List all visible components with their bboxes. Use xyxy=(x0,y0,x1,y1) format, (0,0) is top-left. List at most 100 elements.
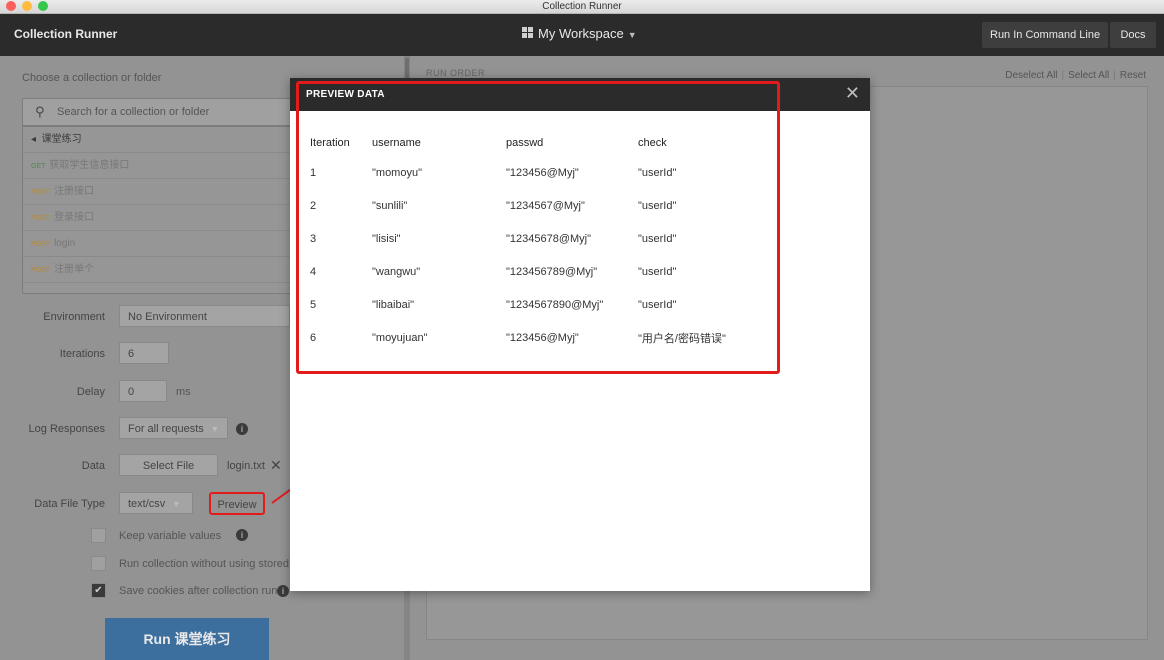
request-item[interactable]: POST 注册接口 xyxy=(23,179,291,205)
info-icon[interactable]: i xyxy=(277,585,289,597)
preview-button[interactable]: Preview xyxy=(209,492,265,515)
table-cell: "momoyu" xyxy=(372,166,422,179)
search-placeholder: Search for a collection or folder xyxy=(57,106,210,118)
table-cell: "lisisi" xyxy=(372,232,401,245)
data-file-type-select[interactable]: text/csv ▼ xyxy=(119,492,193,514)
log-responses-label: Log Responses xyxy=(28,423,105,435)
run-order-actions: Deselect All | Select All | Reset xyxy=(1001,70,1146,81)
iterations-input[interactable]: 6 xyxy=(119,342,169,364)
column-header: check xyxy=(638,137,667,149)
method-badge: POST xyxy=(31,215,51,222)
window-titlebar: Collection Runner xyxy=(0,0,1164,14)
run-without-cookies-label: Run collection without using stored c xyxy=(119,558,298,570)
grid-icon xyxy=(522,27,534,39)
column-header: passwd xyxy=(506,137,544,149)
save-cookies-checkbox[interactable]: ✔ xyxy=(91,583,106,598)
preview-data-modal: PREVIEW DATA ✕ Iteration username passwd… xyxy=(290,78,870,591)
delay-input[interactable]: 0 xyxy=(119,380,167,402)
data-file-type-value: text/csv xyxy=(128,498,166,510)
table-cell: "12345678@Myj" xyxy=(506,232,592,245)
log-responses-select[interactable]: For all requests ▼ xyxy=(119,417,228,439)
request-item[interactable]: POST 登录接口 xyxy=(23,205,291,231)
keep-values-label: Keep variable values xyxy=(119,530,222,542)
request-item[interactable]: POST login xyxy=(23,231,291,257)
table-cell: "libaibai" xyxy=(372,298,415,311)
preview-table: Iteration username passwd check 1 "momoy… xyxy=(310,130,768,354)
method-badge: POST xyxy=(31,267,51,274)
info-icon[interactable]: i xyxy=(236,529,248,541)
table-cell: "1234567@Myj" xyxy=(506,199,585,212)
chevron-left-icon: ◂ xyxy=(31,134,37,145)
close-icon[interactable]: ✕ xyxy=(845,84,860,102)
table-cell: "userId" xyxy=(638,166,677,179)
search-icon: ⚲ xyxy=(35,104,45,119)
request-name: 注册单个 xyxy=(54,264,95,275)
chevron-down-icon: ▼ xyxy=(627,30,637,40)
chevron-down-icon: ▼ xyxy=(169,499,181,509)
collection-search-input[interactable]: ⚲ Search for a collection or folder xyxy=(22,98,292,126)
docs-button[interactable]: Docs xyxy=(1110,22,1156,48)
workspace-label: My Workspace xyxy=(538,26,624,41)
table-row: 1 "momoyu" "123456@Myj" "userId" xyxy=(310,156,768,189)
app-title: Collection Runner xyxy=(14,27,118,41)
save-cookies-label: Save cookies after collection run xyxy=(119,585,278,597)
column-header: username xyxy=(372,137,421,149)
environment-select[interactable]: No Environment xyxy=(119,305,290,327)
collection-tree: ◂ 课堂练习 GET 获取学生信息接口 POST 注册接口 POST 登录接口 POS… xyxy=(22,126,292,294)
request-item[interactable]: POST 注册单个 xyxy=(23,257,291,283)
table-cell: "userId" xyxy=(638,199,677,212)
app-header: Collection Runner My Workspace ▼ Run In C… xyxy=(0,14,1164,56)
table-cell: 2 xyxy=(310,199,317,212)
delay-label: Delay xyxy=(76,386,105,398)
table-cell: "userId" xyxy=(638,298,677,311)
reset-link[interactable]: Reset xyxy=(1120,70,1146,81)
run-without-cookies-checkbox[interactable] xyxy=(91,556,106,571)
table-cell: "123456@Myj" xyxy=(506,166,579,179)
table-cell: 1 xyxy=(310,166,317,179)
table-cell: "userId" xyxy=(638,232,677,245)
folder-name: 课堂练习 xyxy=(41,134,82,145)
table-cell: "moyujuan" xyxy=(372,331,428,344)
table-row: 6 "moyujuan" "123456@Myj" "用户名/密码错误" xyxy=(310,321,768,354)
request-name: 获取学生信息接口 xyxy=(49,160,130,171)
method-badge: POST xyxy=(31,189,51,196)
log-responses-value: For all requests xyxy=(128,423,204,435)
request-item[interactable]: GET 获取学生信息接口 xyxy=(23,153,291,179)
choose-collection-label: Choose a collection or folder xyxy=(22,72,162,84)
run-in-command-line-button[interactable]: Run In Command Line xyxy=(982,22,1109,48)
run-collection-button[interactable]: Run 课堂练习 xyxy=(105,618,269,660)
table-cell: "用户名/密码错误" xyxy=(638,332,726,345)
table-row: 5 "libaibai" "1234567890@Myj" "userId" xyxy=(310,288,768,321)
workspace-switcher[interactable]: My Workspace ▼ xyxy=(522,26,637,41)
request-name: 登录接口 xyxy=(54,212,95,223)
column-header: Iteration xyxy=(310,137,350,149)
delay-unit: ms xyxy=(176,386,191,398)
table-cell: "123456@Myj" xyxy=(506,331,579,344)
deselect-all-link[interactable]: Deselect All xyxy=(1005,70,1057,81)
environment-label: Environment xyxy=(43,311,105,323)
iterations-label: Iterations xyxy=(59,348,105,360)
table-cell: 6 xyxy=(310,331,317,344)
table-row: 4 "wangwu" "123456789@Myj" "userId" xyxy=(310,255,768,288)
run-order-label: RUN ORDER xyxy=(426,68,486,78)
data-file-name: login.txt xyxy=(227,460,265,472)
keep-values-checkbox[interactable] xyxy=(91,528,106,543)
table-cell: "wangwu" xyxy=(372,265,421,278)
table-row: 2 "sunlili" "1234567@Myj" "userId" xyxy=(310,189,768,222)
table-cell: "userId" xyxy=(638,265,677,278)
folder-item[interactable]: ◂ 课堂练习 xyxy=(23,127,291,153)
table-header-row: Iteration username passwd check xyxy=(310,130,768,156)
data-label: Data xyxy=(81,460,105,472)
select-all-link[interactable]: Select All xyxy=(1068,70,1109,81)
divider: | xyxy=(1113,70,1116,81)
table-cell: "1234567890@Myj" xyxy=(506,298,604,311)
table-cell: 3 xyxy=(310,232,317,245)
table-row: 3 "lisisi" "12345678@Myj" "userId" xyxy=(310,222,768,255)
request-name: login xyxy=(54,238,76,249)
method-badge: POST xyxy=(31,241,51,248)
select-file-button[interactable]: Select File xyxy=(119,454,218,476)
table-cell: "123456789@Myj" xyxy=(506,265,598,278)
table-cell: "sunlili" xyxy=(372,199,408,212)
info-icon[interactable]: i xyxy=(236,423,248,435)
remove-file-icon[interactable]: ✕ xyxy=(270,457,282,474)
